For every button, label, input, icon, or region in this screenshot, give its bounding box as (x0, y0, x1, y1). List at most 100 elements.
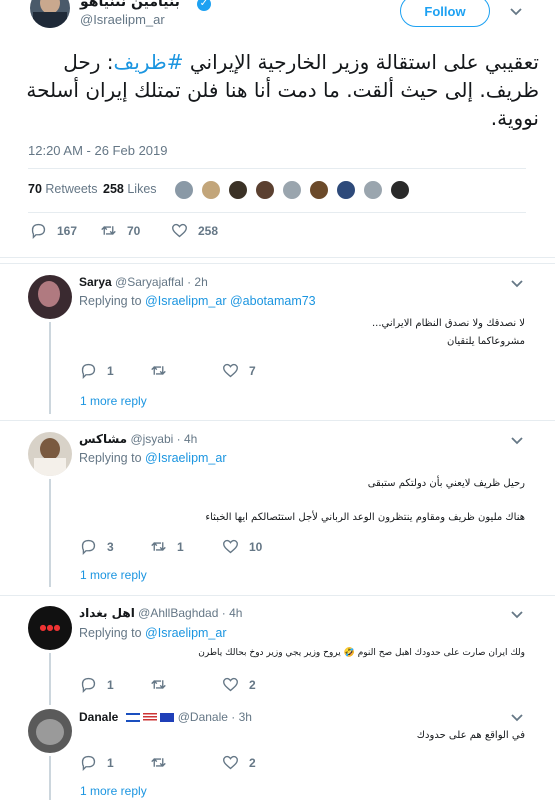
verified-badge-icon: ✓ (197, 0, 211, 11)
reply-count: 167 (57, 223, 78, 238)
flag-israel-icon (125, 713, 140, 723)
replying-to-label: Replying to (79, 451, 142, 465)
chevron-down-icon[interactable] (510, 8, 522, 16)
reply-action[interactable]: 3 (80, 538, 114, 555)
chevron-down-icon[interactable] (511, 611, 523, 619)
reply-time[interactable]: · 3h (231, 710, 252, 724)
reply-author-name[interactable]: اهل بغداد (79, 606, 135, 620)
reply-avatar[interactable]: ●●● (28, 606, 72, 650)
retweet-action[interactable] (150, 754, 177, 771)
retweet-icon (151, 366, 166, 375)
divider (0, 263, 555, 264)
tweet-timestamp[interactable]: 12:20 AM - 26 Feb 2019 (28, 143, 167, 158)
likes-stat[interactable]: 258 Likes (103, 182, 157, 196)
reply-header: اهل بغداد @AhllBaghdad · 4h (79, 606, 242, 620)
mention-link[interactable]: @abotamam73 (230, 294, 316, 308)
reply-text-line: ولك ايران صارت على حدودك اهبل صح النوم 🤣… (198, 648, 525, 658)
retweet-count: 1 (177, 539, 184, 554)
chevron-down-icon[interactable] (511, 437, 523, 445)
author-avatar[interactable] (30, 0, 70, 28)
mention-link[interactable]: @Israelipm_ar (145, 294, 226, 308)
liker-avatar[interactable] (309, 180, 329, 200)
reply-author-handle[interactable]: @Saryajaffal (115, 275, 184, 289)
hashtag-link[interactable]: #ظريف (113, 50, 183, 74)
like-action[interactable]: 258 (171, 222, 218, 239)
reply-action[interactable]: 1 (80, 362, 114, 379)
liker-avatar[interactable] (174, 180, 194, 200)
divider (0, 257, 555, 258)
reply-action[interactable]: 1 (80, 754, 114, 771)
liker-avatar[interactable] (363, 180, 383, 200)
replying-to: Replying to @Israelipm_ar @abotamam73 (79, 294, 316, 308)
heart-icon (223, 539, 238, 554)
retweet-action[interactable] (150, 362, 177, 379)
retweet-action[interactable]: 1 (150, 538, 184, 555)
more-replies-link[interactable]: 1 more reply (80, 394, 147, 408)
chevron-down-icon[interactable] (511, 280, 523, 288)
reply-time[interactable]: · 2h (187, 275, 208, 289)
liker-avatar[interactable] (336, 180, 356, 200)
tweet-line-3: نووية. (490, 106, 539, 130)
retweets-stat[interactable]: 70 Retweets (28, 182, 98, 196)
retweet-action[interactable] (150, 676, 177, 693)
reply-icon (81, 539, 96, 555)
reply-icon (81, 755, 96, 771)
reply-count: 3 (107, 539, 114, 554)
like-action[interactable]: 2 (222, 676, 256, 693)
reply-author-handle[interactable]: @Danale (178, 710, 228, 724)
reply-text-line: مشروعاكما يلتقيان (447, 336, 525, 347)
reply-time[interactable]: · 4h (177, 432, 198, 446)
reply-header: مشاكس @jsyabi · 4h (79, 432, 197, 446)
reply-author-name[interactable]: Sarya (79, 275, 112, 289)
flag-usa-icon (143, 713, 158, 723)
reply-action[interactable]: 167 (30, 222, 77, 239)
follow-button[interactable]: Follow (400, 0, 490, 27)
divider (0, 595, 555, 596)
tweet-text: تعقيبي على استقالة وزير الخارجية الإيران… (19, 48, 539, 132)
liker-avatar[interactable] (201, 180, 221, 200)
thread-line (49, 653, 51, 705)
reply-header: Sarya @Saryajaffal · 2h (79, 275, 208, 289)
author-handle[interactable]: @Israelipm_ar (80, 12, 165, 27)
flag-eu-icon (160, 713, 175, 723)
reply-avatar[interactable] (28, 275, 72, 319)
replying-to: Replying to @Israelipm_ar (79, 626, 227, 640)
liker-avatar[interactable] (282, 180, 302, 200)
heart-icon (223, 755, 238, 770)
more-replies-link[interactable]: 1 more reply (80, 784, 147, 798)
liker-avatar[interactable] (228, 180, 248, 200)
tweet-line-2: ظريف. إلى حيث ألقت. ما دمت أنا هنا فلن ت… (26, 78, 539, 102)
reply-avatar[interactable] (28, 432, 72, 476)
author-display-name[interactable]: بنيامين نتنياهو (80, 0, 180, 10)
retweet-count: 70 (127, 223, 141, 238)
reply-avatar[interactable] (28, 709, 72, 753)
reply-author-name[interactable]: مشاكس (79, 432, 127, 446)
like-action[interactable]: 2 (222, 754, 256, 771)
reply-author-handle[interactable]: @jsyabi (130, 432, 173, 446)
reply-count: 1 (107, 363, 114, 378)
reply-text-line: لا نصدقك ولا نصدق النظام الايراني... (371, 318, 525, 329)
reply-action[interactable]: 1 (80, 676, 114, 693)
thread-line (49, 479, 51, 587)
like-action[interactable]: 10 (222, 538, 262, 555)
mention-link[interactable]: @Israelipm_ar (145, 626, 226, 640)
chevron-down-icon[interactable] (511, 714, 523, 722)
reply-count: 1 (107, 677, 114, 692)
reply-author-handle[interactable]: @AhllBaghdad (138, 606, 218, 620)
retweets-count: 70 (28, 182, 42, 196)
likes-label: Likes (127, 182, 157, 196)
like-count: 2 (249, 755, 256, 770)
reply-time[interactable]: · 4h (222, 606, 243, 620)
retweet-action[interactable]: 70 (100, 222, 140, 239)
like-action[interactable]: 7 (222, 362, 256, 379)
mention-link[interactable]: @Israelipm_ar (145, 451, 226, 465)
replying-to-label: Replying to (79, 626, 142, 640)
liker-avatar[interactable] (390, 180, 410, 200)
reply-icon (31, 223, 46, 239)
heart-icon (223, 363, 238, 378)
likers-avatars[interactable] (174, 180, 410, 202)
liker-avatar[interactable] (255, 180, 275, 200)
reply-author-name[interactable]: Danale (79, 710, 118, 724)
more-replies-link[interactable]: 1 more reply (80, 568, 147, 582)
tweet-line-1: تعقيبي على استقالة وزير الخارجية الإيران… (19, 48, 539, 76)
